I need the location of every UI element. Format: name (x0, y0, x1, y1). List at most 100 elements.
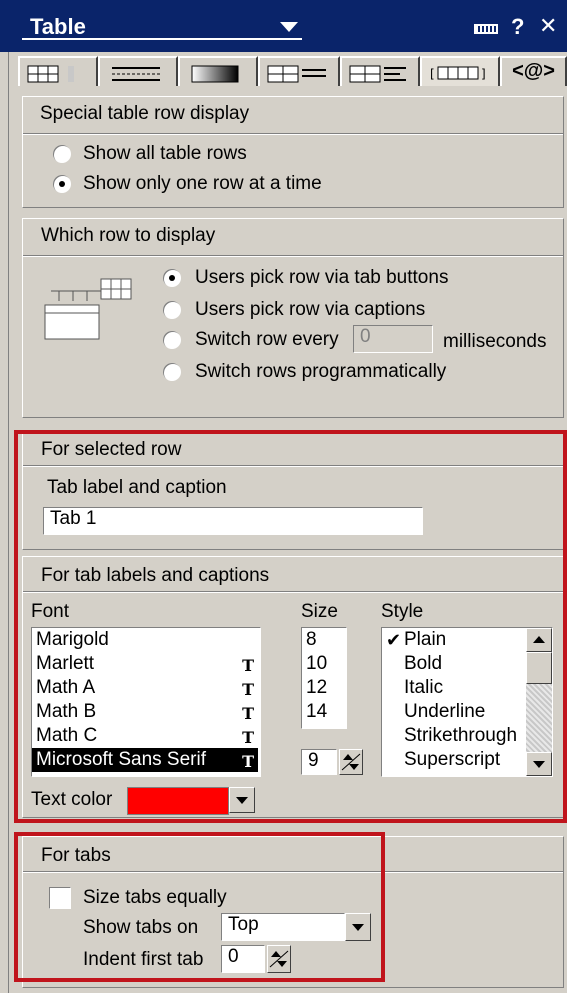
scroll-up-button[interactable] (526, 628, 552, 652)
row-display-icon: [] (430, 66, 486, 81)
indent-first-tab-label: Indent first tab (83, 949, 204, 970)
font-item-label: Marlett (36, 653, 95, 674)
indent-input[interactable]: 0 (221, 945, 265, 973)
size-spinner[interactable] (339, 749, 363, 775)
selected-row-heading: For selected row (41, 439, 182, 460)
font-label: Font (31, 601, 70, 622)
text-color-label: Text color (31, 789, 113, 810)
show-all-rows-label: Show all table rows (83, 143, 247, 164)
style-item[interactable]: Underline (382, 700, 544, 724)
switch-every-radio[interactable] (163, 331, 181, 349)
font-item-label: Math A (36, 677, 96, 698)
tab-table-layout[interactable] (18, 56, 98, 86)
show-all-rows-radio[interactable] (53, 145, 71, 163)
text-color-dropdown[interactable] (229, 787, 255, 813)
title-underline (22, 38, 302, 40)
help-icon[interactable]: ? (511, 14, 524, 40)
pick-via-tabs-label: Users pick row via tab buttons (195, 267, 449, 288)
size-item[interactable]: 8 (302, 628, 346, 652)
pick-via-tabs-radio[interactable] (163, 269, 181, 287)
size-tabs-equally-checkbox[interactable] (49, 887, 71, 909)
property-tab-strip: [] <@> (18, 52, 567, 88)
truetype-icon: T (242, 728, 254, 747)
font-item[interactable]: Math A T (32, 676, 258, 700)
interval-ms-input[interactable]: 0 (353, 325, 433, 353)
tab-row-display[interactable]: [] (420, 56, 500, 86)
style-listbox[interactable]: ✔ Plain Bold Italic Underline Strikethrou… (381, 627, 553, 777)
tab-code[interactable]: <@> (500, 56, 567, 86)
show-one-row-label: Show only one row at a time (83, 173, 322, 194)
font-item-selected[interactable]: Microsoft Sans Serif T (32, 748, 258, 772)
tab-label-caption-label: Tab label and caption (47, 477, 227, 498)
font-item[interactable]: Math C T (32, 724, 258, 748)
style-item-checked[interactable]: ✔ Plain (382, 628, 544, 652)
tab-borders[interactable] (98, 56, 178, 86)
truetype-icon: T (242, 752, 254, 771)
scroll-down-button[interactable] (526, 752, 552, 776)
selected-row-group: For selected row Tab label and caption T… (22, 430, 564, 550)
milliseconds-label: milliseconds (443, 331, 547, 352)
size-item[interactable]: 10 (302, 652, 346, 676)
style-item[interactable]: Bold (382, 652, 544, 676)
font-item-label: Math C (36, 725, 98, 746)
font-item[interactable]: Marlett T (32, 652, 258, 676)
style-label: Style (381, 601, 424, 622)
scroll-thumb[interactable] (526, 652, 552, 684)
font-item-label: Microsoft Sans Serif (36, 749, 206, 770)
tab-label-input[interactable]: Tab 1 (43, 507, 423, 535)
borders-icon (112, 67, 160, 81)
which-row-heading: Which row to display (41, 225, 216, 246)
size-listbox[interactable]: 8 10 12 14 (301, 627, 347, 729)
pick-via-captions-radio[interactable] (163, 301, 181, 319)
cells-icon (349, 65, 406, 83)
show-one-row-radio[interactable] (53, 175, 71, 193)
style-item[interactable]: Italic (382, 676, 544, 700)
show-tabs-on-dropdown[interactable] (345, 913, 371, 941)
tab-labels-group: For tab labels and captions Font Size St… (22, 556, 564, 818)
spinner-arrows-icon (269, 950, 289, 968)
style-item[interactable]: Strikethrough (382, 724, 544, 748)
svg-text:]: ] (481, 67, 486, 81)
spinner-arrows-icon (341, 753, 361, 771)
truetype-icon: T (242, 656, 254, 675)
indent-spinner[interactable] (267, 945, 291, 973)
text-color-swatch[interactable] (127, 787, 229, 815)
dock-icon[interactable] (474, 24, 498, 34)
font-item[interactable]: Marigold (32, 628, 258, 652)
pick-via-captions-label: Users pick row via captions (195, 299, 426, 320)
size-tabs-equally-label: Size tabs equally (83, 887, 227, 908)
for-tabs-group: For tabs Size tabs equally Show tabs on … (22, 836, 564, 988)
for-tabs-heading: For tabs (41, 845, 111, 866)
size-item[interactable]: 14 (302, 700, 346, 724)
svg-text:[: [ (430, 67, 435, 81)
switch-programmatically-label: Switch rows programmatically (195, 361, 447, 382)
table-grid-icon (27, 65, 74, 83)
style-item[interactable]: Superscript (382, 748, 544, 772)
size-input[interactable]: 9 (301, 749, 337, 775)
size-label: Size (301, 601, 338, 622)
switch-programmatically-radio[interactable] (163, 363, 181, 381)
shading-icon (191, 65, 239, 83)
special-row-display-heading: Special table row display (40, 103, 250, 124)
font-item-label: Marigold (36, 629, 109, 650)
tab-cells[interactable] (340, 56, 420, 86)
tab-shading[interactable] (178, 56, 258, 86)
truetype-icon: T (242, 680, 254, 699)
font-listbox[interactable]: Marigold Marlett T Math A T Math B T Math C… (31, 627, 261, 777)
truetype-icon: T (242, 704, 254, 723)
font-item[interactable]: Math B T (32, 700, 258, 724)
which-row-group: Which row to display Users pick row via … (22, 218, 564, 418)
switch-every-label: Switch row every (195, 329, 339, 350)
tab-rows[interactable] (258, 56, 340, 86)
show-tabs-on-select[interactable]: Top (221, 913, 345, 941)
title-dropdown-icon[interactable] (280, 22, 298, 32)
check-icon: ✔ (386, 630, 402, 650)
left-edge (0, 52, 9, 993)
style-item-label: Plain (404, 629, 447, 650)
rows-icon (267, 65, 326, 83)
code-tab-label: <@> (512, 60, 555, 82)
size-item[interactable]: 12 (302, 676, 346, 700)
tab-labels-heading: For tab labels and captions (41, 565, 270, 586)
row-tabs-diagram-icon (44, 278, 132, 340)
close-icon[interactable]: ✕ (539, 13, 557, 39)
